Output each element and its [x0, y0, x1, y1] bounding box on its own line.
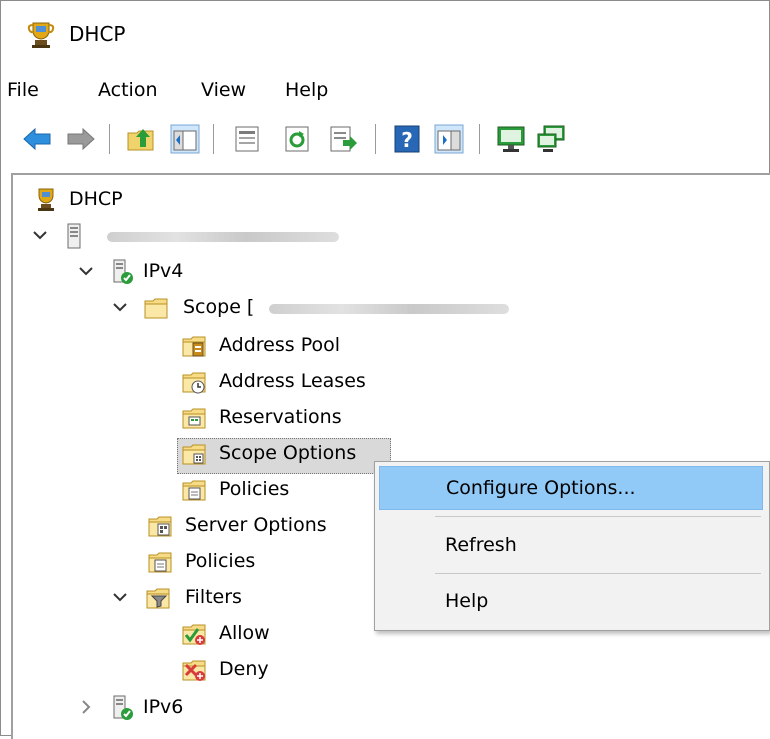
server-ipv6-icon [113, 695, 133, 720]
show-hide-action-pane-icon[interactable] [433, 123, 465, 155]
tree-node-address-leases[interactable]: Address Leases [179, 367, 439, 401]
toolbar-separator [375, 124, 376, 154]
chevron-down-icon[interactable] [31, 226, 49, 244]
deny-filter-icon [182, 660, 206, 681]
menu-item-label: Configure Options... [446, 477, 636, 499]
server-icon [67, 223, 81, 249]
tree-label: Deny [219, 658, 269, 680]
tree-label: Server Options [185, 514, 327, 536]
tree-node-ipv6[interactable]: IPv6 [77, 693, 277, 727]
menu-item-configure-options[interactable]: Configure Options... [379, 466, 763, 510]
redacted-scope-range [269, 304, 509, 314]
tree-label: IPv6 [143, 696, 184, 718]
redacted-server-name [107, 232, 339, 242]
tree-label: Filters [185, 586, 242, 608]
tree-node-reservations[interactable]: Reservations [179, 403, 419, 437]
window-title: DHCP [69, 22, 126, 46]
svg-text:?: ? [401, 128, 413, 152]
properties-icon[interactable] [231, 123, 263, 155]
tree-node-scope[interactable]: Scope [ [111, 293, 531, 327]
chevron-down-icon[interactable] [77, 262, 95, 280]
context-menu: Configure Options... Refresh Help [374, 461, 770, 631]
tree-node-dhcp[interactable]: DHCP [31, 185, 231, 219]
address-pool-icon [182, 336, 206, 357]
tree-node-deny[interactable]: Deny [179, 655, 339, 689]
tree-node-policies[interactable]: Policies [145, 547, 345, 581]
monitor-network-icon[interactable] [535, 123, 567, 155]
export-list-icon[interactable] [327, 123, 359, 155]
menu-bar: File Action View Help [1, 71, 769, 111]
tree-label: Policies [185, 550, 256, 572]
address-leases-icon [182, 372, 206, 394]
menu-separator [435, 516, 761, 517]
toolbar-separator [109, 124, 110, 154]
tree-node-filters[interactable]: Filters [111, 583, 311, 617]
title-bar: DHCP [1, 1, 769, 67]
monitor-server-icon[interactable] [495, 123, 527, 155]
menu-separator [435, 573, 761, 574]
help-icon[interactable]: ? [391, 123, 423, 155]
menu-item-label: Refresh [445, 534, 517, 556]
toolbar-separator [479, 124, 480, 154]
tree-label: Address Leases [219, 370, 366, 392]
tree-node-server-options[interactable]: Server Options [145, 511, 385, 545]
show-hide-console-tree-icon[interactable] [169, 123, 201, 155]
allow-filter-icon [182, 624, 206, 645]
up-folder-icon[interactable] [125, 123, 157, 155]
server-options-icon [148, 516, 172, 537]
tree-node-server[interactable] [31, 221, 351, 255]
menu-action[interactable]: Action [98, 79, 158, 101]
scope-options-icon [182, 444, 206, 465]
tree-label: Scope [ [183, 296, 255, 318]
forward-arrow-icon[interactable] [65, 123, 97, 155]
tree-label: Policies [219, 478, 290, 500]
tree-node-allow[interactable]: Allow [179, 619, 339, 653]
menu-item-refresh[interactable]: Refresh [379, 524, 763, 568]
chevron-down-icon[interactable] [111, 298, 129, 316]
tree-node-scope-policies[interactable]: Policies [179, 475, 379, 509]
menu-view[interactable]: View [201, 79, 246, 101]
tree-label: DHCP [69, 188, 123, 210]
tree-label: IPv4 [143, 260, 184, 282]
policies-icon [182, 480, 206, 501]
tree-node-ipv4[interactable]: IPv4 [77, 257, 277, 291]
tree-label: Address Pool [219, 334, 341, 356]
menu-item-label: Help [445, 590, 489, 612]
menu-file[interactable]: File [7, 79, 39, 101]
chevron-right-icon[interactable] [77, 698, 95, 716]
refresh-icon[interactable] [281, 123, 313, 155]
dhcp-trophy-icon [27, 22, 55, 48]
console-tree[interactable]: DHCP IPv4 Scope [Address Pool Address L… [11, 173, 770, 739]
tree-label: Allow [219, 622, 270, 644]
reservations-icon [182, 408, 206, 429]
back-arrow-icon[interactable] [21, 123, 53, 155]
tree-label: Reservations [219, 406, 342, 428]
folder-icon [144, 298, 168, 319]
toolbar: ? [1, 117, 769, 163]
dhcp-window: DHCP File Action View Help ? DHCP IPv4 S… [0, 0, 770, 739]
menu-help[interactable]: Help [285, 79, 328, 101]
dhcp-trophy-icon [38, 188, 54, 211]
policies-icon [148, 552, 172, 573]
tree-label: Scope Options [219, 442, 357, 464]
filter-icon [146, 588, 170, 609]
tree-node-address-pool[interactable]: Address Pool [179, 331, 419, 365]
chevron-down-icon[interactable] [111, 588, 129, 606]
toolbar-separator [213, 124, 214, 154]
menu-item-help[interactable]: Help [379, 580, 763, 624]
server-ipv4-icon [113, 259, 133, 284]
